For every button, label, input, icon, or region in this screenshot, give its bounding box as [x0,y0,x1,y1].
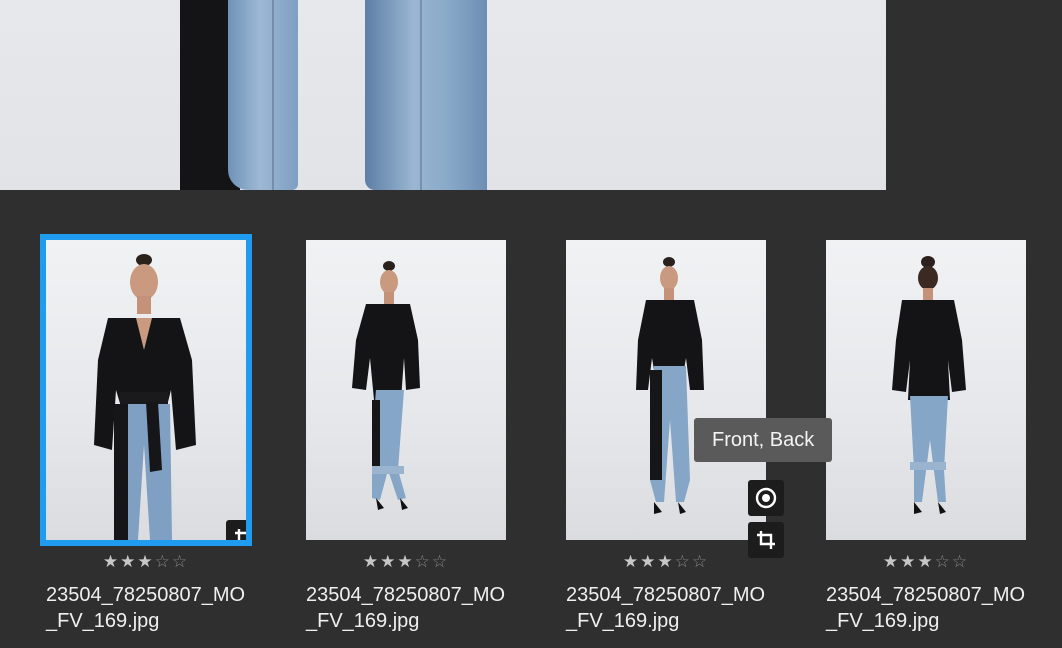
rating-stars-4[interactable]: ★★★☆☆ [826,552,1026,572]
thumbnail-3[interactable] [566,240,766,540]
thumbnail-4[interactable] [826,240,1026,540]
model-front-image [94,254,196,540]
thumbnail-filename: 23504_78250807_MO_FV_169.jpg [826,584,1026,632]
target-icon [755,487,777,509]
preview-seam [272,0,274,190]
target-badge[interactable] [748,480,784,516]
thumbnail-filename: 23504_78250807_MO_FV_169.jpg [566,584,766,632]
preview-jeans-right [365,0,487,190]
crop-icon [757,531,775,549]
crop-icon [235,529,246,540]
thumbnail-filename: 23504_78250807_MO_FV_169.jpg [46,584,246,632]
rating-stars-1[interactable]: ★★★☆☆ [46,552,246,572]
rating-stars-2[interactable]: ★★★☆☆ [306,552,506,572]
model-walking-image [352,261,420,510]
image-preview[interactable] [0,0,886,190]
thumbnail-2[interactable] [306,240,506,540]
thumbnail-1[interactable] [40,234,252,546]
thumbnail-filename: 23504_78250807_MO_FV_169.jpg [306,584,506,632]
rating-stars-3[interactable]: ★★★☆☆ [566,552,766,572]
crop-badge[interactable] [226,520,246,540]
preview-seam [420,0,422,190]
preview-jeans-left [228,0,298,190]
model-standing-image [636,257,704,514]
tooltip: Front, Back [694,418,833,462]
model-back-image [892,256,966,514]
